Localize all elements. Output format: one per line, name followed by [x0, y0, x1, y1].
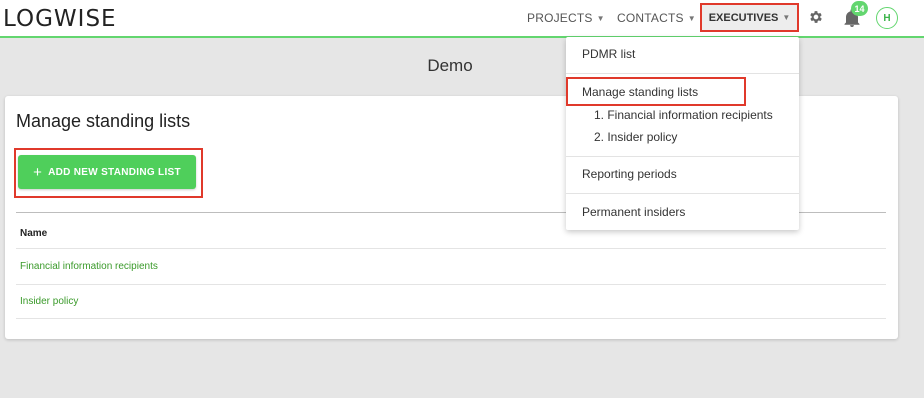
nav-projects-label: PROJECTS	[527, 11, 593, 25]
nav-projects[interactable]: PROJECTS ▼	[527, 11, 605, 25]
standing-list-link[interactable]: Insider policy	[20, 296, 78, 307]
menu-item-permanent-insiders[interactable]: Permanent insiders	[582, 205, 685, 219]
caret-down-icon: ▼	[782, 13, 791, 22]
notification-badge: 14	[851, 1, 868, 16]
logo[interactable]: LOGWISE	[3, 6, 117, 32]
executives-dropdown-menu: PDMR list Manage standing lists 1. Finan…	[566, 37, 799, 230]
column-header-name[interactable]: Name	[20, 228, 47, 239]
menu-item-pdmr-list[interactable]: PDMR list	[582, 47, 635, 61]
nav-contacts[interactable]: CONTACTS ▼	[617, 11, 696, 25]
caret-down-icon: ▼	[596, 13, 605, 23]
caret-down-icon: ▼	[687, 13, 696, 23]
menu-item-reporting-periods[interactable]: Reporting periods	[582, 167, 677, 181]
nav-contacts-label: CONTACTS	[617, 11, 684, 25]
nav-executives[interactable]: EXECUTIVES ▼	[700, 3, 799, 32]
gear-icon[interactable]	[808, 9, 824, 25]
nav-executives-label: EXECUTIVES	[708, 11, 779, 24]
table-row[interactable]: Financial information recipients	[16, 248, 886, 283]
menu-subitem-financial-information-recipients[interactable]: 1. Financial information recipients	[594, 108, 773, 122]
standing-list-link[interactable]: Financial information recipients	[20, 261, 158, 272]
menu-item-manage-standing-lists[interactable]: Manage standing lists	[582, 85, 698, 99]
menu-subitem-insider-policy[interactable]: 2. Insider policy	[594, 130, 677, 144]
plus-icon: +	[33, 163, 43, 181]
menu-divider	[566, 73, 799, 74]
add-button-label: ADD NEW STANDING LIST	[48, 166, 181, 178]
menu-divider	[566, 193, 799, 194]
top-navbar: LOGWISE PROJECTS ▼ CONTACTS ▼ EXECUTIVES…	[0, 0, 924, 38]
menu-divider	[566, 156, 799, 157]
table-row[interactable]: Insider policy	[16, 284, 886, 319]
card-title: Manage standing lists	[16, 111, 191, 131]
add-standing-list-button[interactable]: + ADD NEW STANDING LIST	[18, 155, 196, 189]
avatar[interactable]: H	[876, 7, 898, 29]
